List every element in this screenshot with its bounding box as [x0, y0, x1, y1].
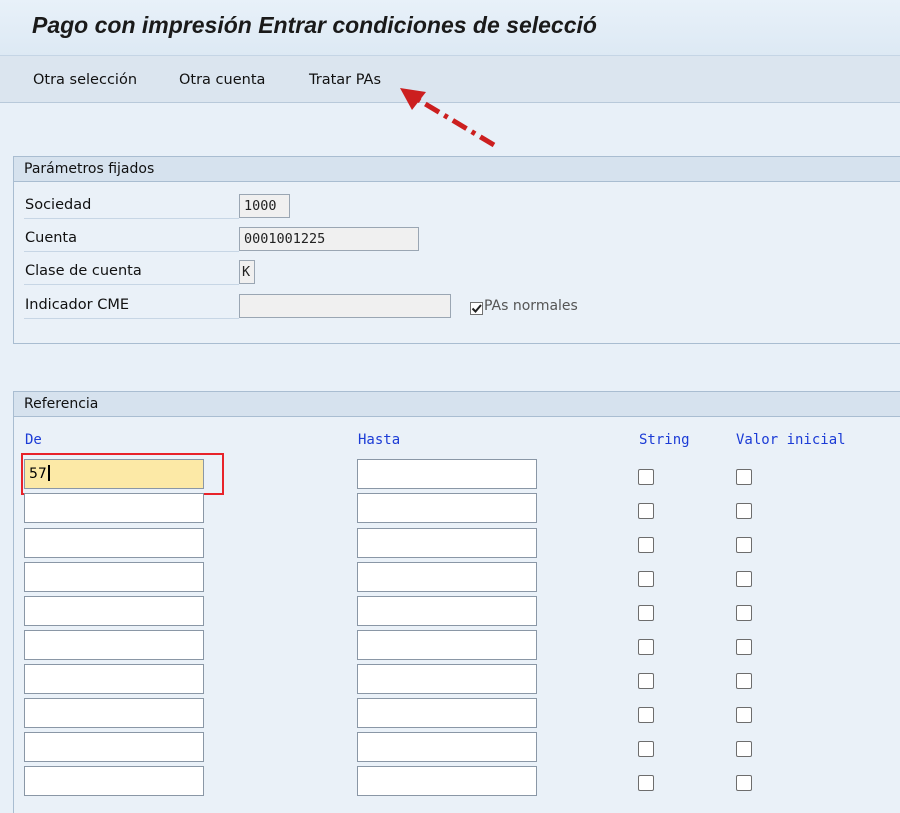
fixed-parameters-header: Parámetros fijados: [14, 157, 900, 182]
reference-header: Referencia: [14, 392, 900, 417]
initial-value-checkbox[interactable]: [736, 469, 752, 485]
string-column-header: String: [639, 432, 690, 448]
row-divider: [24, 218, 239, 219]
reference-from-input[interactable]: [24, 630, 204, 660]
initial-value-checkbox[interactable]: [736, 775, 752, 791]
row-divider: [24, 318, 239, 319]
reference-to-input[interactable]: [357, 664, 537, 694]
reference-to-input[interactable]: [357, 698, 537, 728]
reference-to-input[interactable]: [357, 732, 537, 762]
special-gl-indicator-field: [239, 294, 451, 318]
normal-items-label: PAs normales: [484, 298, 578, 314]
row-divider: [24, 284, 239, 285]
account-type-label: Clase de cuenta: [25, 263, 142, 279]
reference-to-input[interactable]: [357, 630, 537, 660]
string-checkbox[interactable]: [638, 537, 654, 553]
initial-value-checkbox[interactable]: [736, 571, 752, 587]
account-label: Cuenta: [25, 230, 77, 246]
string-checkbox[interactable]: [638, 673, 654, 689]
string-checkbox[interactable]: [638, 741, 654, 757]
row-divider: [24, 251, 239, 252]
string-checkbox[interactable]: [638, 605, 654, 621]
reference-to-input[interactable]: [357, 596, 537, 626]
reference-to-input[interactable]: [357, 459, 537, 489]
reference-from-input[interactable]: 57: [24, 459, 204, 489]
string-checkbox[interactable]: [638, 707, 654, 723]
initial-value-checkbox[interactable]: [736, 537, 752, 553]
reference-to-input[interactable]: [357, 766, 537, 796]
string-checkbox[interactable]: [638, 775, 654, 791]
initial-value-column-header: Valor inicial: [736, 432, 846, 448]
reference-from-input[interactable]: [24, 493, 204, 523]
reference-from-input[interactable]: [24, 766, 204, 796]
other-account-button[interactable]: Otra cuenta: [179, 72, 265, 88]
initial-value-checkbox[interactable]: [736, 707, 752, 723]
account-type-field: K: [239, 260, 255, 284]
reference-from-input[interactable]: [24, 528, 204, 558]
reference-from-input[interactable]: [24, 664, 204, 694]
string-checkbox[interactable]: [638, 639, 654, 655]
normal-items-checkbox[interactable]: [470, 302, 483, 315]
company-code-label: Sociedad: [25, 197, 92, 213]
initial-value-checkbox[interactable]: [736, 741, 752, 757]
fixed-parameters-panel: Parámetros fijados Sociedad 1000 Cuenta …: [13, 156, 900, 344]
title-bar: Pago con impresión Entrar condiciones de…: [0, 0, 900, 56]
initial-value-checkbox[interactable]: [736, 639, 752, 655]
red-arrow-annotation: [400, 88, 496, 148]
string-checkbox[interactable]: [638, 469, 654, 485]
account-field: 0001001225: [239, 227, 419, 251]
reference-to-input[interactable]: [357, 528, 537, 558]
initial-value-checkbox[interactable]: [736, 673, 752, 689]
reference-from-input[interactable]: [24, 596, 204, 626]
checkmark-icon: [471, 304, 482, 313]
reference-from-input[interactable]: [24, 732, 204, 762]
process-items-button[interactable]: Tratar PAs: [309, 72, 381, 88]
from-column-header: De: [25, 432, 42, 448]
string-checkbox[interactable]: [638, 503, 654, 519]
company-code-field: 1000: [239, 194, 290, 218]
reference-from-input[interactable]: [24, 562, 204, 592]
initial-value-checkbox[interactable]: [736, 503, 752, 519]
reference-from-input[interactable]: [24, 698, 204, 728]
reference-to-input[interactable]: [357, 562, 537, 592]
window-title: Pago con impresión Entrar condiciones de…: [32, 12, 597, 38]
other-selection-button[interactable]: Otra selección: [33, 72, 137, 88]
reference-panel: Referencia De Hasta String Valor inicial…: [13, 391, 900, 813]
to-column-header: Hasta: [358, 432, 401, 448]
reference-to-input[interactable]: [357, 493, 537, 523]
special-gl-indicator-label: Indicador CME: [25, 297, 129, 313]
string-checkbox[interactable]: [638, 571, 654, 587]
initial-value-checkbox[interactable]: [736, 605, 752, 621]
